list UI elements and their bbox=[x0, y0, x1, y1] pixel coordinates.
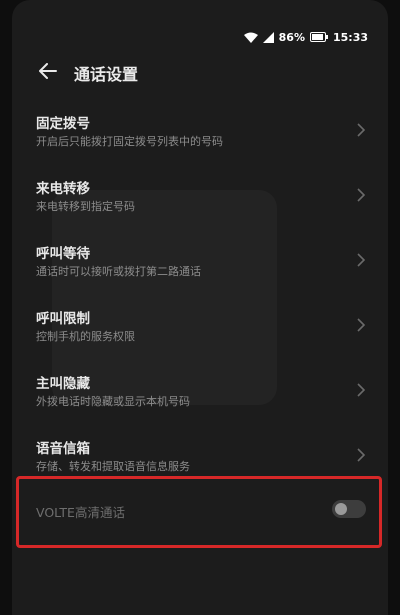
setting-title: 呼叫等待 bbox=[36, 246, 90, 262]
phone-screen: 86% 15:33 通话设置 固定拨号 开启后只能拨打固定拨号列表中的号码 来电… bbox=[12, 0, 388, 615]
setting-call-barring[interactable]: 呼叫限制 控制手机的服务权限 bbox=[12, 295, 388, 360]
setting-subtitle: 控制手机的服务权限 bbox=[36, 330, 135, 343]
setting-subtitle: 开启后只能拨打固定拨号列表中的号码 bbox=[36, 135, 223, 148]
chevron-right-icon bbox=[357, 448, 366, 462]
volte-toggle[interactable] bbox=[332, 500, 366, 518]
setting-title: 来电转移 bbox=[36, 181, 90, 197]
wifi-icon bbox=[243, 32, 258, 43]
setting-fixed-dialing[interactable]: 固定拨号 开启后只能拨打固定拨号列表中的号码 bbox=[12, 100, 388, 165]
battery-percent: 86% bbox=[278, 30, 305, 44]
setting-call-waiting[interactable]: 呼叫等待 通话时可以接听或拨打第二路通话 bbox=[12, 230, 388, 295]
setting-caller-id[interactable]: 主叫隐藏 外拨电话时隐藏或显示本机号码 bbox=[12, 360, 388, 425]
phone-device: 86% 15:33 通话设置 固定拨号 开启后只能拨打固定拨号列表中的号码 来电… bbox=[0, 0, 400, 615]
chevron-right-icon bbox=[357, 383, 366, 397]
setting-subtitle: 外拨电话时隐藏或显示本机号码 bbox=[36, 395, 190, 408]
setting-subtitle: 通话时可以接听或拨打第二路通话 bbox=[36, 265, 201, 278]
chevron-right-icon bbox=[357, 318, 366, 332]
setting-title: 语音信箱 bbox=[36, 441, 90, 457]
chevron-right-icon bbox=[357, 188, 366, 202]
setting-subtitle: 存储、转发和提取语音信息服务 bbox=[36, 460, 190, 473]
setting-call-forwarding[interactable]: 来电转移 来电转移到指定号码 bbox=[12, 165, 388, 230]
back-button[interactable] bbox=[36, 61, 60, 85]
signal-icon bbox=[262, 31, 274, 43]
setting-voicemail[interactable]: 语音信箱 存储、转发和提取语音信息服务 bbox=[12, 425, 388, 490]
page-title: 通话设置 bbox=[74, 65, 139, 84]
setting-subtitle: 来电转移到指定号码 bbox=[36, 200, 135, 213]
volte-label: VOLTE高清通话 bbox=[36, 505, 125, 520]
battery-icon bbox=[309, 32, 328, 42]
status-time: 15:33 bbox=[332, 30, 368, 44]
arrow-left-icon bbox=[39, 63, 57, 83]
setting-title: 主叫隐藏 bbox=[36, 376, 90, 392]
status-bar: 86% 15:33 bbox=[243, 28, 368, 46]
setting-title: 呼叫限制 bbox=[36, 311, 90, 327]
setting-title: 固定拨号 bbox=[36, 116, 90, 132]
setting-volte: VOLTE高清通话 bbox=[12, 488, 388, 534]
toggle-knob bbox=[335, 503, 347, 515]
chevron-right-icon bbox=[357, 123, 366, 137]
page-header: 通话设置 bbox=[36, 60, 138, 86]
settings-list: 固定拨号 开启后只能拨打固定拨号列表中的号码 来电转移 来电转移到指定号码 呼叫… bbox=[12, 100, 388, 490]
chevron-right-icon bbox=[357, 253, 366, 267]
